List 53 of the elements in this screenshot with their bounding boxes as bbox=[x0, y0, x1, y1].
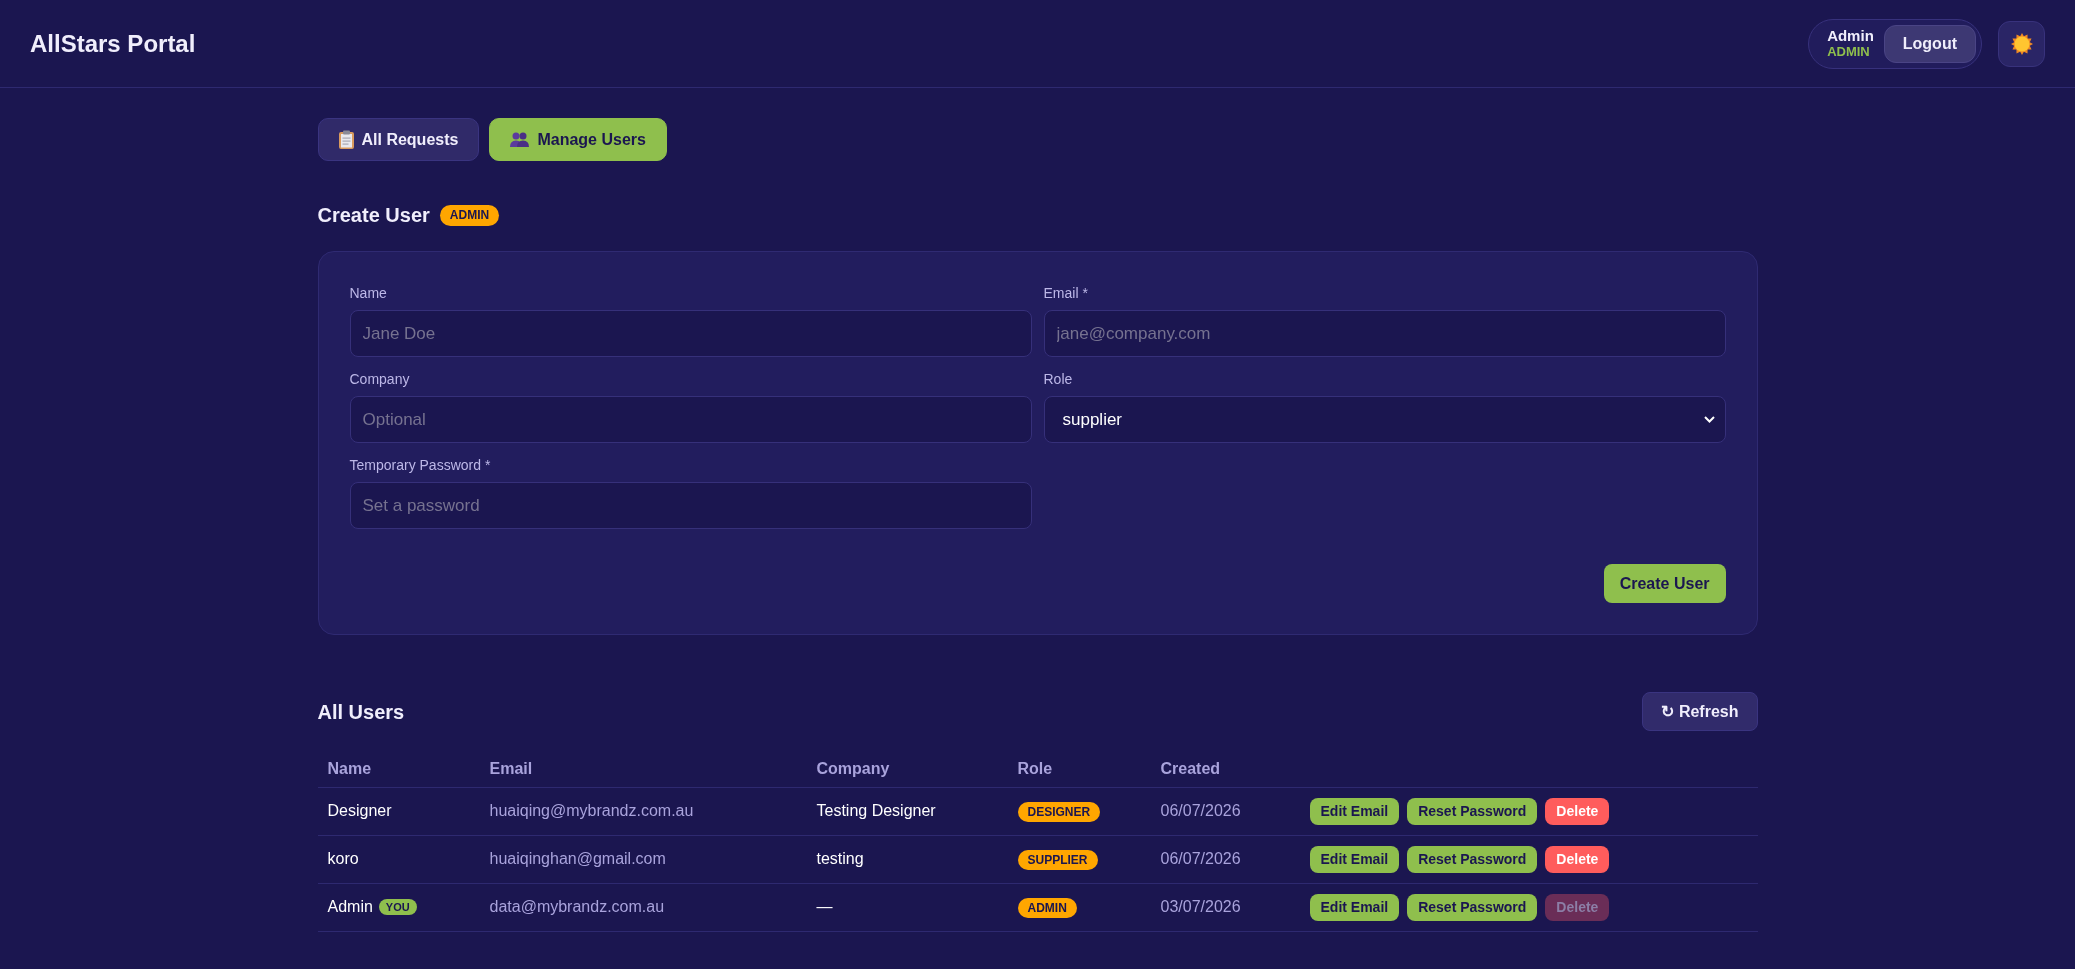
column-header: Created bbox=[1150, 751, 1300, 787]
role-badge: ADMIN bbox=[439, 204, 500, 226]
sun-icon bbox=[2010, 32, 2033, 55]
table-cell: data@mybrandz.com.au bbox=[479, 883, 807, 931]
section-title: Create User bbox=[317, 203, 430, 228]
table-cell: huaiqinghan@gmail.com bbox=[479, 835, 807, 883]
action-button[interactable]: Reset Password bbox=[1407, 845, 1538, 873]
user-name: Admin bbox=[1827, 27, 1874, 44]
table-cell-text: koro bbox=[327, 849, 359, 869]
action-button[interactable]: Reset Password bbox=[1407, 797, 1538, 825]
table-cell: 06/07/2026 bbox=[1150, 787, 1300, 835]
column-header: Email bbox=[479, 751, 807, 787]
column-header: Role bbox=[1007, 751, 1151, 787]
table-cell: 06/07/2026 bbox=[1150, 835, 1300, 883]
role-select[interactable]: supplier bbox=[1043, 396, 1726, 443]
field-label: Company bbox=[349, 370, 410, 389]
input-field[interactable]: Jane Doe bbox=[349, 310, 1032, 357]
action-button[interactable]: Reset Password bbox=[1407, 893, 1538, 921]
nav-tab[interactable]: All Requests bbox=[317, 118, 480, 161]
you-badge: YOU bbox=[378, 899, 417, 915]
table-cell: testing bbox=[806, 835, 1008, 883]
column-header: Name bbox=[317, 751, 480, 787]
create-user-button[interactable]: Create User bbox=[1603, 564, 1726, 603]
logout-button[interactable]: Logout bbox=[1883, 24, 1976, 63]
role-badge: DESIGNER bbox=[1017, 802, 1101, 822]
field-label: Email * bbox=[1043, 284, 1088, 303]
field-label: Temporary Password * bbox=[349, 456, 491, 475]
section-title: All Users bbox=[317, 699, 405, 725]
action-button[interactable]: Edit Email bbox=[1309, 797, 1400, 825]
theme-toggle-button[interactable] bbox=[1998, 20, 2045, 67]
people-icon bbox=[510, 132, 530, 147]
user-role: ADMIN bbox=[1827, 43, 1871, 60]
action-button[interactable]: Edit Email bbox=[1309, 845, 1400, 873]
role-badge: SUPPLIER bbox=[1017, 850, 1098, 870]
table-cell: 03/07/2026 bbox=[1150, 883, 1300, 931]
column-header: Company bbox=[806, 751, 1008, 787]
table-cell-text: Designer bbox=[327, 801, 392, 821]
app-title: AllStars Portal bbox=[30, 28, 196, 59]
clipboard-icon bbox=[338, 130, 354, 149]
input-field[interactable]: Set a password bbox=[349, 482, 1032, 529]
field-label: Name bbox=[349, 284, 387, 303]
input-field[interactable]: Optional bbox=[349, 396, 1032, 443]
table-cell: huaiqing@mybrandz.com.au bbox=[479, 787, 807, 835]
field-label: Role bbox=[1043, 370, 1073, 389]
table-cell: — bbox=[806, 883, 1008, 931]
input-field[interactable]: jane@company.com bbox=[1043, 310, 1726, 357]
refresh-button[interactable]: ↻ Refresh bbox=[1642, 692, 1758, 731]
chevron-down-icon bbox=[1703, 416, 1715, 423]
table-cell: Testing Designer bbox=[806, 787, 1008, 835]
action-button[interactable]: Edit Email bbox=[1309, 893, 1400, 921]
nav-tab[interactable]: Manage Users bbox=[489, 118, 667, 161]
table-cell-text: Admin bbox=[327, 897, 373, 917]
role-badge: ADMIN bbox=[1017, 898, 1077, 918]
